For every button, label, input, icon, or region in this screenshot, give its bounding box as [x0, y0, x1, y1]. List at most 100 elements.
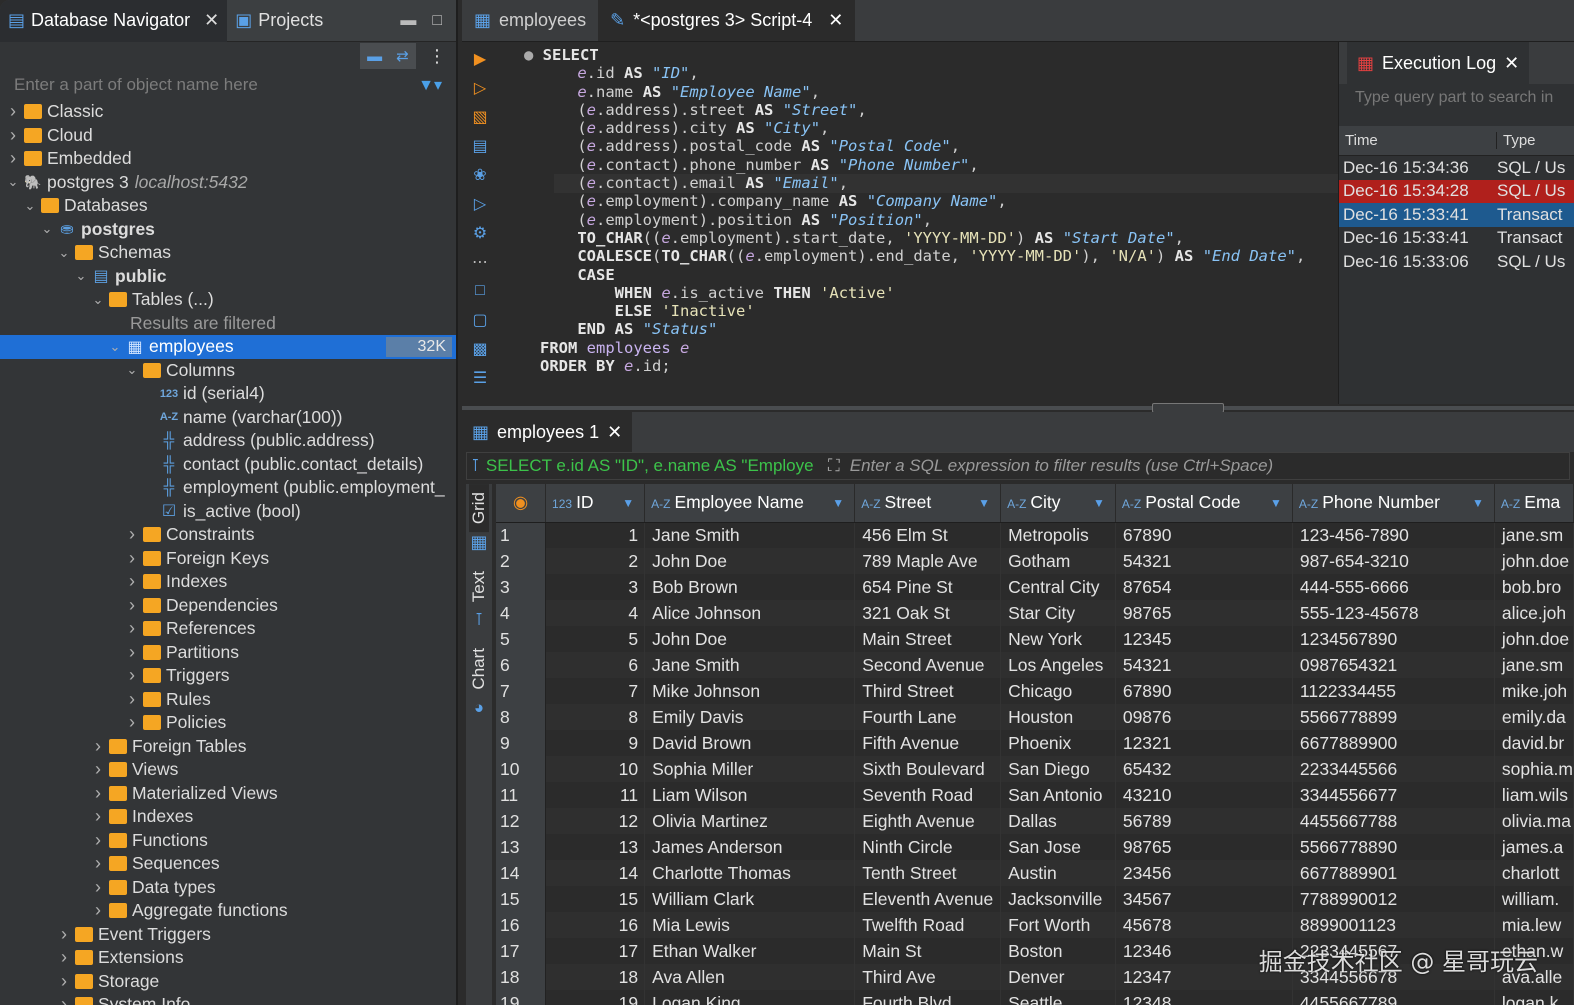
column-header[interactable]: A-Z City ▼ — [1000, 484, 1116, 523]
table-cell[interactable]: Sixth Boulevard — [854, 756, 1002, 782]
fold-marker-icon[interactable]: ● — [524, 46, 543, 64]
table-cell[interactable]: emily.da — [1494, 704, 1574, 730]
sql-line[interactable]: WHEN e.is_active THEN 'Active' — [540, 284, 1305, 302]
table-cell[interactable]: Second Avenue — [854, 652, 1002, 678]
search-input[interactable]: Enter a part of object name here — [14, 75, 258, 95]
sql-line[interactable]: TO_CHAR((e.employment).start_date, 'YYYY… — [540, 229, 1305, 247]
table-cell[interactable]: 321 Oak St — [854, 600, 1002, 626]
table-cell[interactable]: Twelfth Road — [854, 912, 1002, 938]
table-cell[interactable]: 34567 — [1115, 886, 1293, 912]
table-cell[interactable]: 16 — [545, 912, 646, 938]
table-cell[interactable]: Fourth Lane — [854, 704, 1002, 730]
column-header[interactable]: 123 ID ▼ — [545, 484, 646, 523]
row-number[interactable]: 3 — [496, 574, 547, 600]
tree-node[interactable]: ⌄ Tables (...) — [0, 288, 456, 312]
sql-line[interactable]: e.id AS "ID", — [540, 64, 1305, 82]
table-cell[interactable]: 7788990012 — [1292, 886, 1495, 912]
table-cell[interactable]: John Doe — [644, 626, 856, 652]
table-cell[interactable]: 12321 — [1115, 730, 1293, 756]
table-cell[interactable]: 43210 — [1115, 782, 1293, 808]
editor-results-splitter[interactable] — [462, 403, 1574, 413]
table-cell[interactable]: 5 — [545, 626, 646, 652]
sql-line[interactable]: (e.employment).position AS "Position", — [540, 211, 1305, 229]
row-number[interactable]: 8 — [496, 704, 547, 730]
chevron-right-icon[interactable]: › — [55, 947, 73, 968]
expand-icon[interactable]: ⛶ — [828, 456, 840, 476]
table-cell[interactable]: 12348 — [1115, 990, 1293, 1005]
chevron-down-icon[interactable]: ⌄ — [38, 221, 56, 237]
sql-line[interactable]: (e.contact).phone_number AS "Phone Numbe… — [540, 156, 1305, 174]
chevron-down-icon[interactable]: ⌄ — [72, 268, 90, 284]
table-cell[interactable]: 1122334455 — [1292, 678, 1495, 704]
table-cell[interactable]: David Brown — [644, 730, 856, 756]
sql-line[interactable]: (e.employment).company_name AS "Company … — [540, 192, 1305, 210]
table-cell[interactable]: Charlotte Thomas — [644, 860, 856, 886]
table-cell[interactable]: 5566778890 — [1292, 834, 1495, 860]
table-cell[interactable]: San Jose — [1000, 834, 1116, 860]
table-cell[interactable]: Olivia Martinez — [644, 808, 856, 834]
table-row[interactable]: 14 14 Charlotte Thomas Tenth Street Austin 23… — [496, 860, 1574, 886]
sql-line[interactable]: FROM employees e — [540, 339, 1305, 357]
tree-node[interactable]: › Partitions — [0, 641, 456, 665]
table-cell[interactable]: 8 — [545, 704, 646, 730]
table-row[interactable]: 4 4 Alice Johnson 321 Oak St Star City 98765 5… — [496, 600, 1574, 626]
tab-script-4[interactable]: ✎ *<postgres 3> Script-4 ✕ — [598, 0, 856, 41]
tab-text[interactable]: Text — [469, 563, 489, 610]
row-number[interactable]: 2 — [496, 548, 547, 574]
table-cell[interactable]: 65432 — [1115, 756, 1293, 782]
table-cell[interactable]: 456 Elm St — [854, 522, 1002, 548]
row-number[interactable]: 6 — [496, 652, 547, 678]
table-cell[interactable]: sophia.m — [1494, 756, 1574, 782]
table-cell[interactable]: james.a — [1494, 834, 1574, 860]
table-cell[interactable]: Sophia Miller — [644, 756, 856, 782]
chevron-right-icon[interactable]: › — [4, 101, 22, 122]
table-cell[interactable]: John Doe — [644, 548, 856, 574]
chevron-right-icon[interactable]: › — [89, 830, 107, 851]
chevron-down-icon[interactable]: ⌄ — [4, 174, 22, 190]
tree-node[interactable]: ╬ employment (public.employment_ — [0, 476, 456, 500]
table-row[interactable]: 11 11 Liam Wilson Seventh Road San Antonio 43… — [496, 782, 1574, 808]
table-cell[interactable]: 555-123-45678 — [1292, 600, 1495, 626]
sql-line[interactable]: (e.address).postal_code AS "Postal Code"… — [540, 137, 1305, 155]
table-cell[interactable]: alice.joh — [1494, 600, 1574, 626]
table-cell[interactable]: Seattle — [1000, 990, 1116, 1005]
table-cell[interactable]: 987-654-3210 — [1292, 548, 1495, 574]
sort-filter-icon[interactable]: ▼ — [1472, 496, 1484, 510]
table-cell[interactable]: 45678 — [1115, 912, 1293, 938]
table-cell[interactable]: 19 — [545, 990, 646, 1005]
tree-node[interactable]: › Data types — [0, 876, 456, 900]
table-cell[interactable]: 87654 — [1115, 574, 1293, 600]
tree-node[interactable]: ⌄ Schemas — [0, 241, 456, 265]
table-cell[interactable]: 14 — [545, 860, 646, 886]
table-cell[interactable]: Jane Smith — [644, 522, 856, 548]
table-cell[interactable]: Fort Worth — [1000, 912, 1116, 938]
sort-filter-icon[interactable]: ▼ — [978, 496, 990, 510]
table-cell[interactable]: Mike Johnson — [644, 678, 856, 704]
close-icon[interactable]: ✕ — [204, 10, 219, 31]
tree-node[interactable]: Results are filtered — [0, 312, 456, 336]
tree-node[interactable]: › Cloud — [0, 124, 456, 148]
table-cell[interactable]: 5566778899 — [1292, 704, 1495, 730]
table-cell[interactable]: Eleventh Avenue — [854, 886, 1002, 912]
tree-node[interactable]: ⌄ 🐘 postgres 3 localhost:5432 — [0, 171, 456, 195]
table-cell[interactable]: 0987654321 — [1292, 652, 1495, 678]
row-number[interactable]: 14 — [496, 860, 547, 886]
sql-line[interactable]: ORDER BY e.id; — [540, 357, 1305, 375]
table-cell[interactable]: 12 — [545, 808, 646, 834]
table-cell[interactable]: Logan King — [644, 990, 856, 1005]
close-icon[interactable]: ✕ — [607, 422, 622, 443]
table-cell[interactable]: mike.joh — [1494, 678, 1574, 704]
table-cell[interactable]: jane.sm — [1494, 652, 1574, 678]
table-row[interactable]: 1 1 Jane Smith 456 Elm St Metropolis 67890 123… — [496, 522, 1574, 548]
chevron-right-icon[interactable]: › — [123, 571, 141, 592]
execute-statement-icon[interactable]: ▶ — [470, 48, 490, 70]
table-cell[interactable]: Bob Brown — [644, 574, 856, 600]
row-number[interactable]: 9 — [496, 730, 547, 756]
table-cell[interactable]: william. — [1494, 886, 1574, 912]
tree-node[interactable]: ☑ is_active (bool) — [0, 500, 456, 524]
table-cell[interactable]: Eighth Avenue — [854, 808, 1002, 834]
table-cell[interactable]: 6677889900 — [1292, 730, 1495, 756]
tree-node[interactable]: › Dependencies — [0, 594, 456, 618]
tree-node[interactable]: › Materialized Views — [0, 782, 456, 806]
chevron-down-icon[interactable]: ⌄ — [21, 198, 39, 214]
